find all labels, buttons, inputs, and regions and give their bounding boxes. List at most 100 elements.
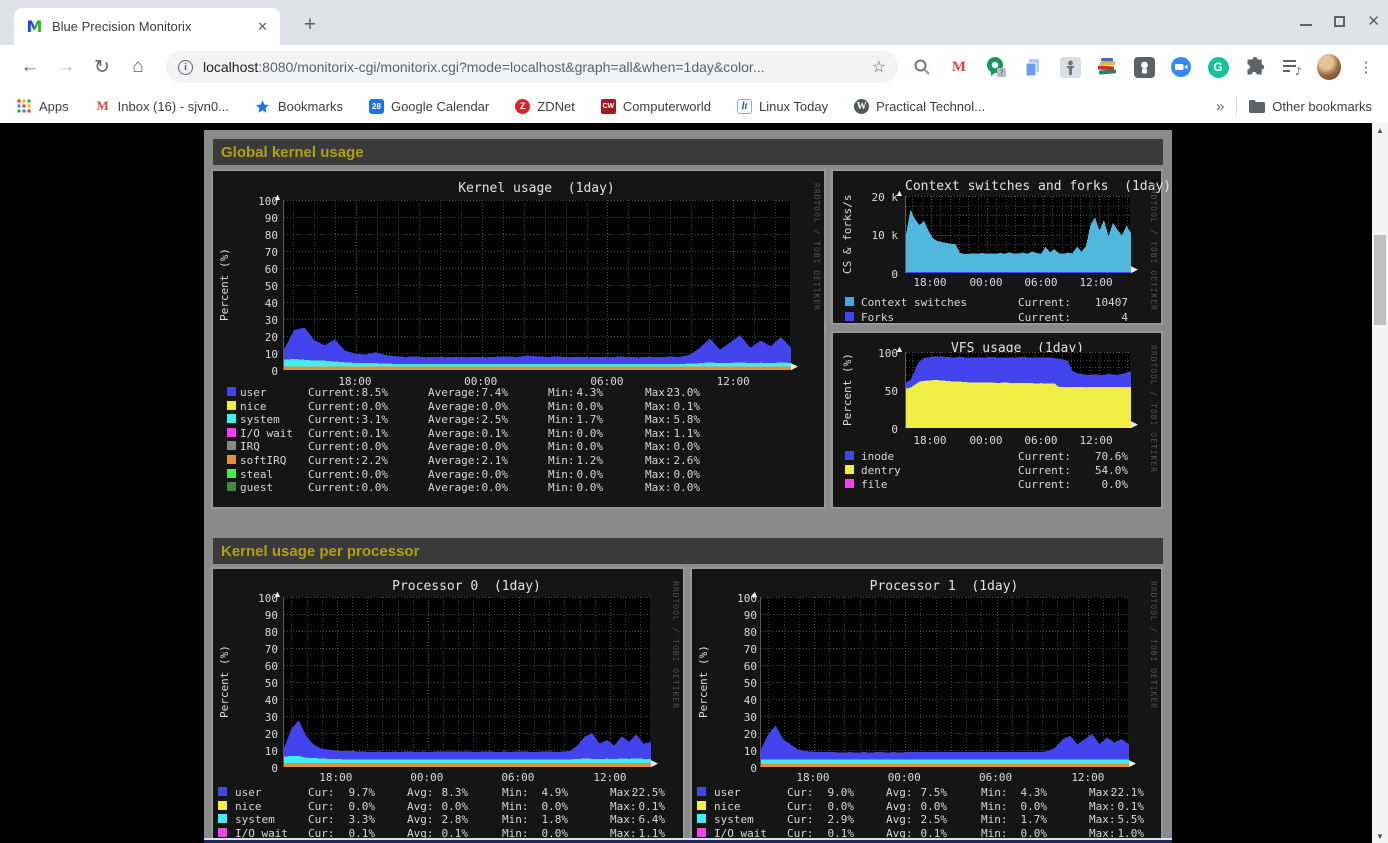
bookmark-practical-technology[interactable]: W Practical Technol... bbox=[854, 99, 985, 114]
home-icon[interactable]: ⌂ bbox=[124, 53, 152, 81]
legend-value: 1.7% bbox=[987, 813, 1047, 826]
url-host: localhost bbox=[203, 59, 258, 75]
legend-value: 0.0% bbox=[443, 468, 508, 481]
legend-value: 22.1% bbox=[1084, 786, 1144, 799]
playlist-extension-icon[interactable]: ♪ bbox=[1280, 55, 1304, 79]
bookmark-linux-today[interactable]: lt Linux Today bbox=[737, 99, 828, 114]
legend-row: niceCur:0.0%Avg:0.0%Min:0.0%Max:0.1% bbox=[697, 800, 1172, 813]
legend-swatch bbox=[218, 828, 227, 837]
bookmark-bookmarks[interactable]: Bookmarks bbox=[255, 98, 343, 114]
kernel-usage-graph-box[interactable]: Kernel usage (1day)RRDTOOL / TOBI OETIKE… bbox=[211, 169, 826, 509]
processor1-graph-box[interactable]: Processor 1 (1day)RRDTOOL / TOBI OETIKER… bbox=[690, 567, 1163, 843]
scrollbar-thumb[interactable] bbox=[1374, 235, 1386, 325]
legend-row: systemCurrent:3.1%Average:2.5%Min:1.7%Ma… bbox=[227, 413, 847, 426]
y-tick-label: 10 bbox=[248, 348, 278, 361]
legend-value: 9.7% bbox=[315, 786, 375, 799]
x-tick-label: 18:00 bbox=[908, 276, 952, 289]
legend-value: 0.0% bbox=[543, 427, 603, 440]
legend-label: system bbox=[240, 413, 306, 426]
scrollbar-up-icon[interactable]: ▲ bbox=[1372, 123, 1388, 137]
legend-swatch bbox=[227, 455, 236, 464]
reload-icon[interactable]: ↻ bbox=[88, 53, 116, 81]
legend-label: inode bbox=[861, 450, 1011, 463]
context-switches-graph-box[interactable]: Context switches and forks (1day)RRDTOOL… bbox=[831, 169, 1163, 325]
gmail-extension-icon[interactable]: M bbox=[947, 55, 971, 79]
extensions-puzzle-icon[interactable] bbox=[1243, 55, 1267, 79]
legend-value: 4.3% bbox=[543, 386, 603, 399]
bookmark-apps[interactable]: Apps bbox=[16, 98, 69, 114]
x-tick-label: 06:00 bbox=[1019, 434, 1063, 447]
bookmark-zdnet[interactable]: Z ZDNet bbox=[515, 99, 575, 114]
y-tick-label: 30 bbox=[727, 711, 757, 724]
x-tick-label: 00:00 bbox=[882, 771, 926, 784]
scrollbar-down-icon[interactable]: ▼ bbox=[1372, 829, 1388, 843]
profile-avatar[interactable] bbox=[1317, 55, 1341, 79]
browser-titlebar: M Blue Precision Monitorix ✕ + ✕ bbox=[0, 0, 1388, 45]
legend-value: 0.0% bbox=[1058, 478, 1128, 491]
y-tick-label: 0 bbox=[858, 423, 898, 436]
bookmark-star-icon[interactable]: ☆ bbox=[872, 57, 886, 77]
legend-value: 0.0% bbox=[987, 800, 1047, 813]
legend-value: 1.2% bbox=[543, 454, 603, 467]
books-extension-icon[interactable] bbox=[1095, 55, 1119, 79]
processor0-graph-box[interactable]: Processor 0 (1day)RRDTOOL / TOBI OETIKER… bbox=[211, 567, 685, 843]
zoom-extension-icon[interactable] bbox=[1169, 55, 1193, 79]
legend-row: IRQCurrent:0.0%Average:0.0%Min:0.0%Max:0… bbox=[227, 440, 847, 453]
copy-pages-extension-icon[interactable] bbox=[1021, 55, 1045, 79]
new-tab-button[interactable]: + bbox=[296, 11, 324, 39]
bookmark-google-calendar[interactable]: 28 Google Calendar bbox=[369, 99, 489, 114]
legend-swatch bbox=[845, 312, 854, 321]
folder-icon bbox=[1249, 98, 1265, 114]
extensions-row: M ? G ♪ ⋮ bbox=[910, 53, 1380, 81]
legend-swatch bbox=[845, 465, 854, 474]
legend-label: nice bbox=[240, 400, 306, 413]
browser-tab[interactable]: M Blue Precision Monitorix ✕ bbox=[14, 8, 280, 45]
voice-extension-icon[interactable]: ? bbox=[984, 55, 1008, 79]
legend-value: 1.1% bbox=[640, 427, 700, 440]
accessibility-extension-icon[interactable] bbox=[1058, 55, 1082, 79]
vfs-usage-graph-box[interactable]: VFS usage (1day)RRDTOOL / TOBI OETIKERPe… bbox=[831, 331, 1163, 509]
grammarly-extension-icon[interactable]: G bbox=[1206, 55, 1230, 79]
y-tick-label: 80 bbox=[727, 626, 757, 639]
legend-value: 0.0% bbox=[508, 800, 568, 813]
site-info-icon[interactable]: i bbox=[178, 60, 193, 75]
legend-value: 5.8% bbox=[640, 413, 700, 426]
y-tick-label: 20 bbox=[248, 728, 278, 741]
y-tick-label: 70 bbox=[248, 643, 278, 656]
legend-row: softIRQCurrent:2.2%Average:2.1%Min:1.2%M… bbox=[227, 454, 847, 467]
y-tick-label: 60 bbox=[248, 263, 278, 276]
legend-row: systemCur:2.9%Avg:2.5%Min:1.7%Max:5.5% bbox=[697, 813, 1172, 826]
y-tick-label: 100 bbox=[858, 347, 898, 360]
y-tick-label: 50 bbox=[248, 677, 278, 690]
window-close-icon[interactable]: ✕ bbox=[1367, 12, 1380, 30]
bookmark-inbox[interactable]: M Inbox (16) - sjvn0... bbox=[95, 98, 229, 114]
legend-swatch bbox=[845, 451, 854, 460]
url-text[interactable]: localhost:8080/monitorix-cgi/monitorix.c… bbox=[203, 59, 866, 75]
plot-area[interactable] bbox=[905, 352, 1130, 428]
back-icon[interactable]: ← bbox=[16, 53, 44, 81]
legend-value: 3.1% bbox=[323, 413, 388, 426]
lamp-extension-icon[interactable] bbox=[1132, 55, 1156, 79]
bookmarks-overflow-chevron[interactable]: » bbox=[1216, 98, 1224, 115]
window-maximize-icon[interactable] bbox=[1334, 16, 1345, 27]
browser-menu-kebab-icon[interactable]: ⋮ bbox=[1354, 55, 1378, 79]
legend-value: 70.6% bbox=[1058, 450, 1128, 463]
bookmark-computerworld[interactable]: CW Computerworld bbox=[601, 99, 711, 114]
address-bar[interactable]: i localhost:8080/monitorix-cgi/monitorix… bbox=[166, 51, 898, 83]
legend-value: 1.7% bbox=[543, 413, 603, 426]
window-minimize-icon[interactable] bbox=[1300, 24, 1312, 26]
plot-area[interactable] bbox=[905, 196, 1130, 273]
plot-area[interactable] bbox=[283, 200, 790, 370]
page-scrollbar[interactable]: ▲ ▼ bbox=[1372, 123, 1388, 843]
plot-area[interactable] bbox=[283, 597, 650, 767]
other-bookmarks[interactable]: Other bookmarks bbox=[1249, 98, 1372, 114]
legend-value: 0.1% bbox=[323, 427, 388, 440]
legend-value: 0.0% bbox=[408, 800, 468, 813]
x-tick-label: 18:00 bbox=[908, 434, 952, 447]
tab-close-icon[interactable]: ✕ bbox=[253, 17, 272, 37]
plot-area[interactable] bbox=[760, 597, 1128, 767]
axis-right-arrow: ▶ bbox=[651, 759, 658, 768]
monitorix-favicon: M bbox=[26, 18, 43, 35]
search-extension-icon[interactable] bbox=[910, 55, 934, 79]
forward-icon[interactable]: → bbox=[52, 53, 80, 81]
